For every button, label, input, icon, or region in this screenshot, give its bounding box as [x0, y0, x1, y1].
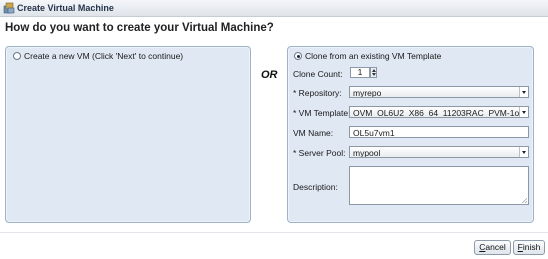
repository-select[interactable]: myrepo: [349, 86, 529, 98]
finish-button[interactable]: Finish: [513, 240, 545, 255]
footer-divider: [0, 232, 548, 233]
title-bar: Create Virtual Machine: [0, 0, 548, 17]
create-vm-dialog: Create Virtual Machine How do you want t…: [0, 0, 548, 259]
page-question: How do you want to create your Virtual M…: [5, 22, 274, 34]
resize-grip-icon[interactable]: [522, 198, 527, 203]
clone-count-stepper[interactable]: [370, 67, 377, 78]
server-pool-select[interactable]: mypool: [349, 146, 529, 158]
chevron-down-icon[interactable]: [519, 107, 528, 117]
chevron-down-icon[interactable]: [519, 87, 528, 97]
repository-label: * Repository:: [293, 88, 342, 98]
repository-value: myrepo: [353, 88, 382, 98]
clone-count-label: Clone Count:: [293, 69, 343, 79]
vm-template-value: OVM_OL6U2_X86_64_11203RAC_PVM-1of2.t: [353, 108, 529, 118]
description-label: Description:: [293, 182, 338, 192]
create-new-vm-label[interactable]: Create a new VM (Click 'Next' to continu…: [24, 51, 183, 61]
chevron-down-icon[interactable]: [519, 147, 528, 157]
vm-template-select[interactable]: OVM_OL6U2_X86_64_11203RAC_PVM-1of2.t: [349, 106, 529, 118]
server-pool-label: * Server Pool:: [293, 148, 346, 158]
window-title: Create Virtual Machine: [17, 3, 114, 13]
create-new-vm-panel: Create a new VM (Click 'Next' to continu…: [5, 46, 251, 223]
vm-name-input[interactable]: OL5u7vm1: [349, 126, 529, 138]
description-textarea[interactable]: [349, 166, 529, 205]
vm-template-label: * VM Template:: [293, 108, 351, 118]
clone-template-panel: Clone from an existing VM Template Clone…: [287, 46, 534, 223]
clone-count-value: 1: [357, 67, 363, 77]
create-new-vm-radio[interactable]: [13, 52, 21, 60]
vm-name-label: VM Name:: [293, 128, 334, 138]
clone-template-radio[interactable]: [294, 52, 302, 60]
vm-wizard-icon: [3, 2, 15, 14]
stepper-up-icon[interactable]: [372, 69, 376, 72]
or-separator: OR: [261, 69, 278, 81]
clone-template-label[interactable]: Clone from an existing VM Template: [305, 51, 441, 61]
cancel-button[interactable]: Cancel: [474, 240, 511, 255]
stepper-down-icon[interactable]: [372, 73, 376, 76]
vm-name-value: OL5u7vm1: [353, 128, 395, 138]
server-pool-value: mypool: [353, 148, 381, 158]
clone-count-input[interactable]: 1: [350, 67, 370, 78]
